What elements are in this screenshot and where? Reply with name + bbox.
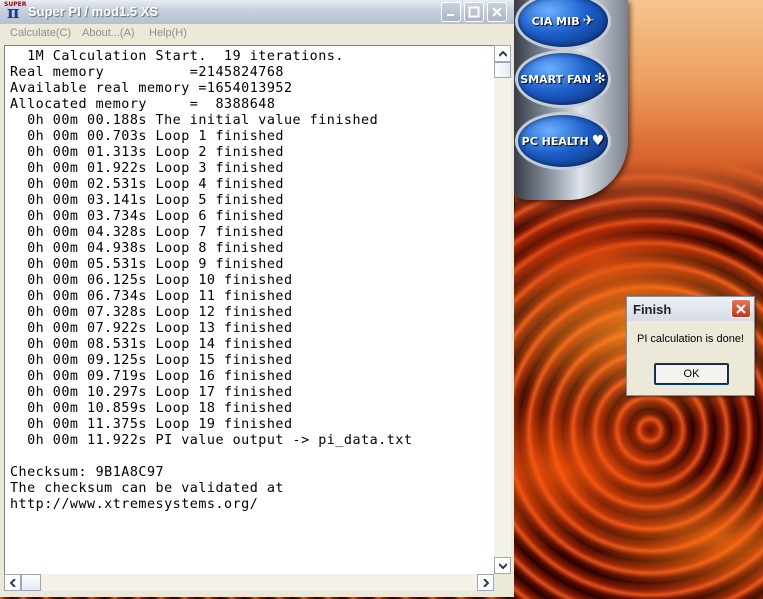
output-line: 0h 00m 10.859s Loop 18 finished (27, 401, 293, 416)
output-line: Real memory =2145824768 (10, 65, 284, 80)
maximize-icon (468, 6, 480, 18)
scroll-up-button[interactable] (494, 45, 511, 62)
dialog-title: Finish (633, 302, 672, 317)
output-line: 0h 00m 09.125s Loop 15 finished (27, 353, 293, 368)
output-line: 1M Calculation Start. 19 iterations. (27, 49, 344, 64)
output-line: 0h 00m 01.922s Loop 3 finished (27, 161, 284, 176)
output-line: Available real memory =1654013952 (10, 81, 293, 96)
output-line: 0h 00m 07.328s Loop 12 finished (27, 305, 293, 320)
output-line: 0h 00m 11.922s PI value output -> pi_dat… (27, 433, 413, 448)
output-line: Checksum: 9B1A8C97 (10, 465, 165, 480)
output-line: 0h 00m 10.297s Loop 17 finished (27, 385, 293, 400)
scroll-down-button[interactable] (494, 557, 511, 574)
finish-dialog: Finish PI calculation is done! OK (626, 296, 755, 396)
horizontal-scrollbar[interactable] (4, 574, 494, 591)
chevron-up-icon (498, 50, 507, 57)
maximize-button[interactable] (464, 2, 484, 22)
chevron-right-icon (482, 578, 489, 587)
output-line: 0h 00m 02.531s Loop 4 finished (27, 177, 284, 192)
vertical-scroll-thumb[interactable] (494, 62, 511, 78)
output-line: 0h 00m 00.188s The initial value finishe… (27, 113, 379, 128)
vertical-scrollbar[interactable] (494, 45, 511, 574)
output-line: 0h 00m 05.531s Loop 9 finished (27, 257, 284, 272)
dialog-message: PI calculation is done! (636, 333, 744, 345)
horizontal-scroll-thumb[interactable] (21, 574, 41, 591)
output-line: 0h 00m 06.734s Loop 11 finished (27, 289, 293, 304)
logo-pi-glyph: π (7, 3, 20, 23)
output-line: 0h 00m 03.734s Loop 6 finished (27, 209, 284, 224)
ok-button[interactable]: OK (654, 363, 729, 385)
menu-calculate[interactable]: Calculate(C) (10, 27, 71, 39)
pulse-icon: ♥ (591, 132, 605, 149)
scroll-right-button[interactable] (477, 574, 494, 591)
dialog-titlebar[interactable]: Finish (627, 297, 754, 321)
menu-about[interactable]: About...(A) (82, 27, 135, 39)
fan-icon: ✻ (593, 70, 606, 87)
dialog-close-button[interactable] (731, 299, 751, 318)
output-line: 0h 00m 09.719s Loop 16 finished (27, 369, 293, 384)
chevron-left-icon (9, 578, 16, 587)
close-icon (492, 7, 502, 17)
superpi-logo-icon: SUPER π (4, 1, 26, 23)
scrollbar-corner (494, 574, 511, 591)
cia-mib-label: CIA MIB (531, 14, 580, 28)
output-line: 0h 00m 11.375s Loop 19 finished (27, 417, 293, 432)
output-line: 0h 00m 07.922s Loop 13 finished (27, 321, 293, 336)
window-titlebar[interactable]: SUPER π Super PI / mod1.5 XS (0, 0, 514, 24)
cia-mib-icon: ✈ (582, 12, 595, 29)
output-line: 0h 00m 00.703s Loop 1 finished (27, 129, 284, 144)
menu-bar: Calculate(C) About...(A) Help(H) (0, 24, 514, 44)
output-line: 0h 00m 01.313s Loop 2 finished (27, 145, 284, 160)
output-line: 0h 00m 03.141s Loop 5 finished (27, 193, 284, 208)
close-icon (736, 303, 746, 314)
output-line: Allocated memory = 8388648 (10, 97, 276, 112)
minimize-icon (447, 14, 454, 16)
smart-fan-button[interactable]: SMART FAN ✻ (515, 50, 611, 108)
output-line: 0h 00m 06.125s Loop 10 finished (27, 273, 293, 288)
pc-health-label: PC HEALTH (521, 134, 589, 148)
smart-fan-label: SMART FAN (520, 72, 591, 86)
pc-health-button[interactable]: PC HEALTH ♥ (515, 112, 611, 170)
output-log: 1M Calculation Start. 19 iterations. Rea… (5, 46, 494, 513)
menu-help[interactable]: Help(H) (149, 27, 187, 39)
minimize-button[interactable] (441, 2, 461, 22)
chevron-down-icon (498, 562, 507, 569)
output-line: 0h 00m 08.531s Loop 14 finished (27, 337, 293, 352)
output-line: http://www.xtremesystems.org/ (10, 497, 259, 512)
output-text-area[interactable]: 1M Calculation Start. 19 iterations. Rea… (4, 45, 494, 574)
window-title: Super PI / mod1.5 XS (28, 4, 159, 19)
output-line: The checksum can be validated at (10, 481, 284, 496)
output-line: 0h 00m 04.938s Loop 8 finished (27, 241, 284, 256)
output-line: 0h 00m 04.328s Loop 7 finished (27, 225, 284, 240)
superpi-window: SUPER π Super PI / mod1.5 XS Calculate(C… (0, 0, 514, 597)
close-button[interactable] (487, 2, 507, 22)
scroll-left-button[interactable] (4, 574, 21, 591)
